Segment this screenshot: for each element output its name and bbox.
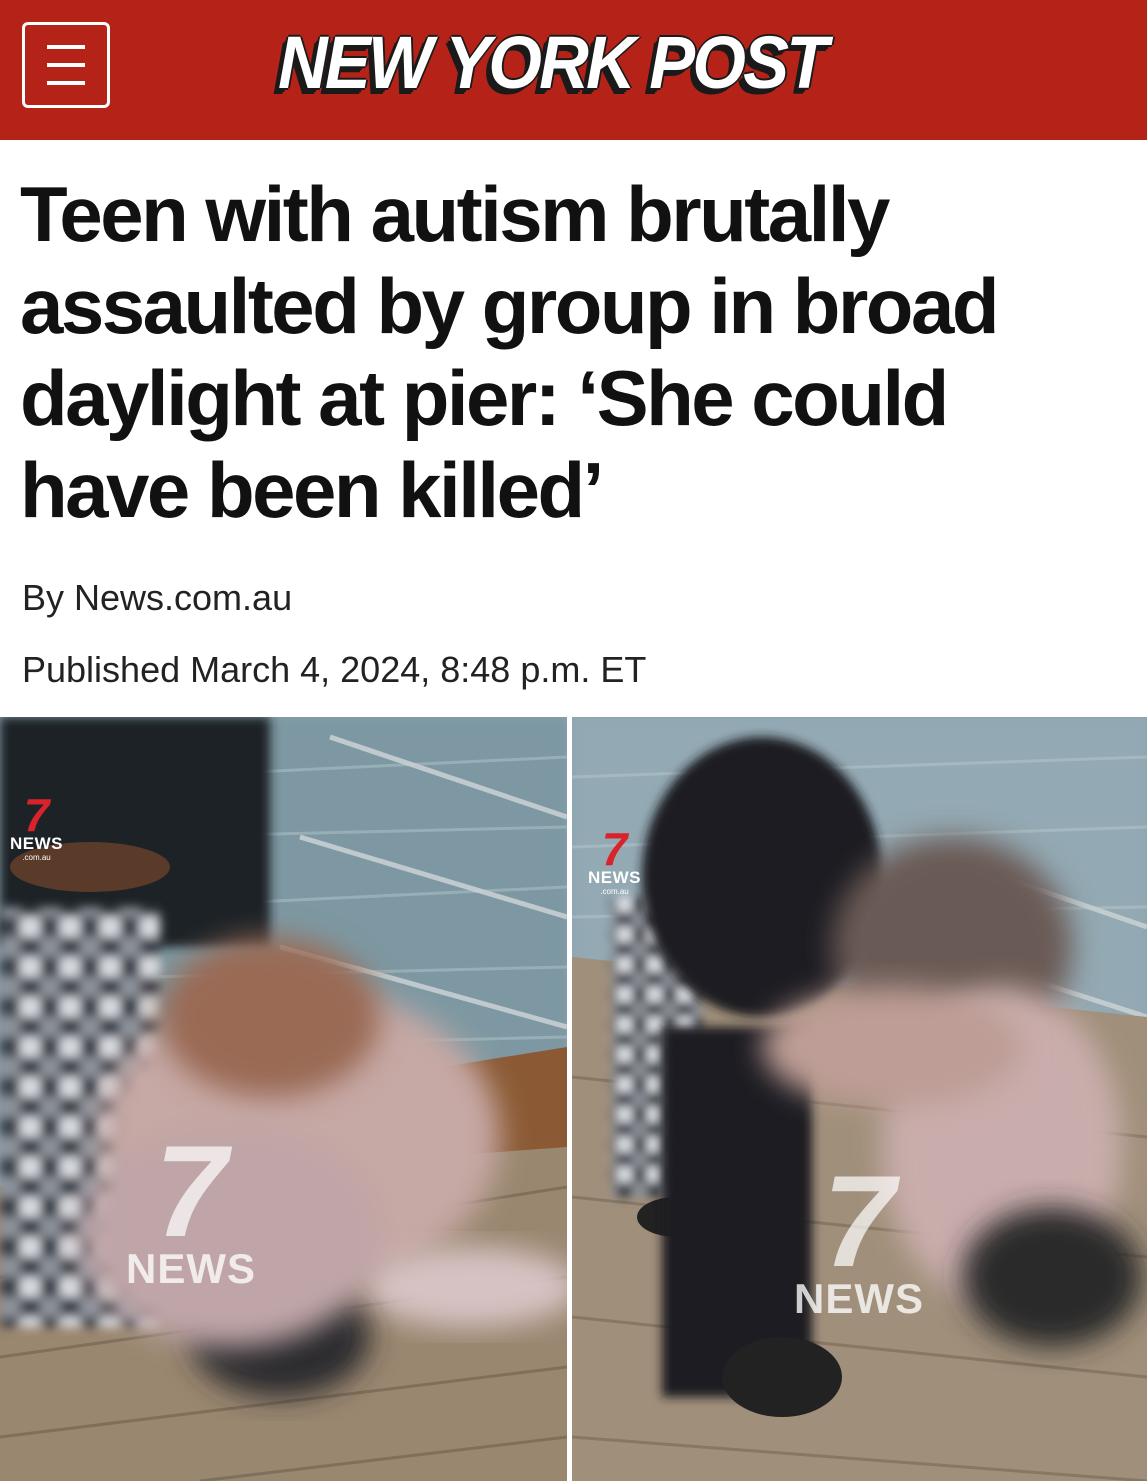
photo-left-image [0,717,567,1481]
article-photo-left[interactable]: 7 NEWS .com.au 7 NEWS [0,717,567,1481]
seven-news-watermark-large: 7 NEWS [794,1148,924,1322]
logo-text: NEW YORK POST [278,21,828,104]
seven-news-watermark-small: 7 NEWS .com.au [588,823,641,896]
seven-news-watermark-large: 7 NEWS [126,1118,256,1292]
article-headline: Teen with autism brutally assaulted by g… [20,170,999,534]
photo-right-image [572,717,1147,1481]
article-photo-right[interactable]: 7 NEWS .com.au 7 NEWS [572,717,1147,1481]
site-header: NEW YORK POST [0,0,1147,140]
publish-date: Published March 4, 2024, 8:48 p.m. ET [22,649,647,690]
menu-button[interactable] [22,22,110,108]
article-byline[interactable]: By News.com.au [22,578,292,618]
site-logo[interactable]: NEW YORK POST [278,18,878,118]
article-page: NEW YORK POST Teen with autism brutally … [0,0,1147,1481]
seven-news-watermark-small: 7 NEWS .com.au [10,789,63,862]
